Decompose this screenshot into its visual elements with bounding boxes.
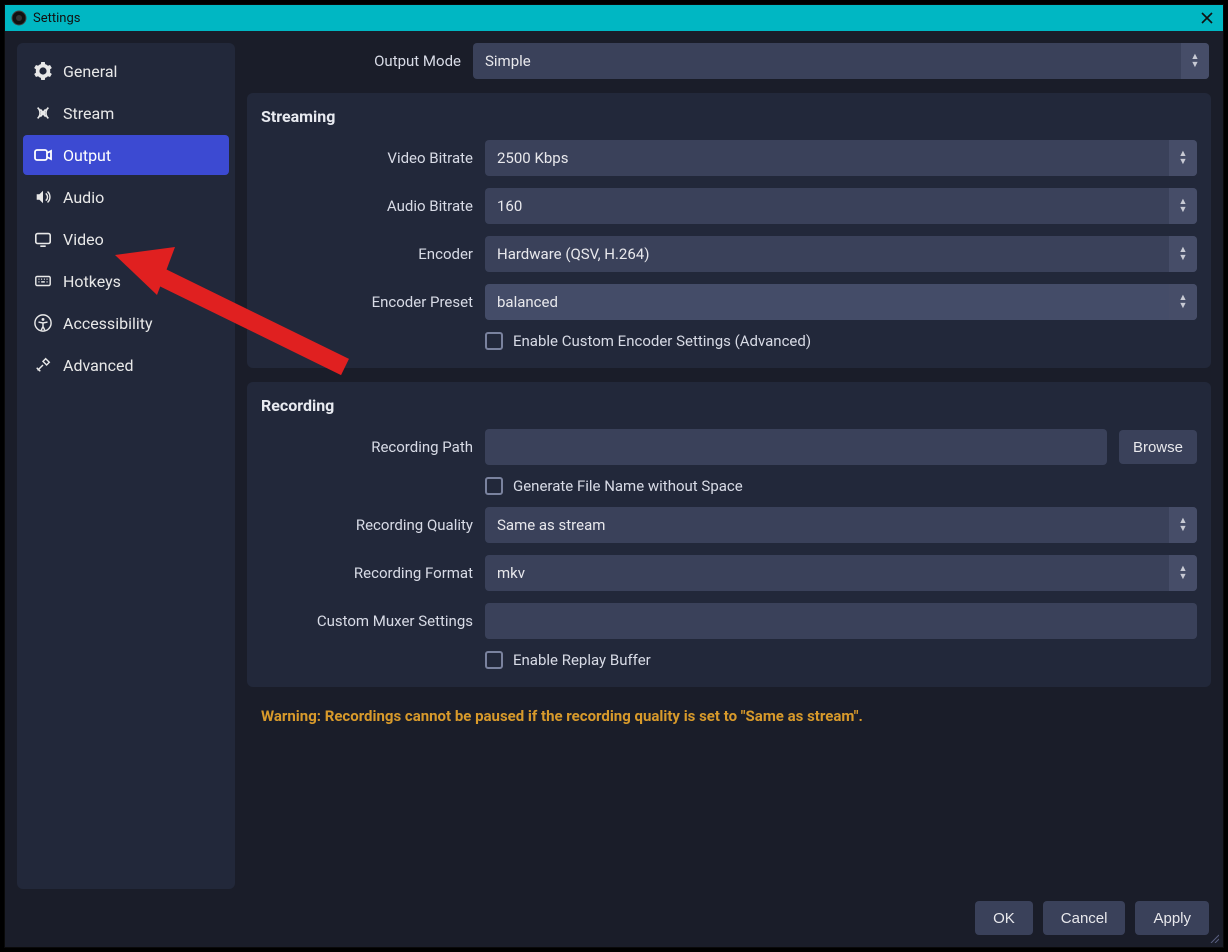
checkbox-label[interactable]: Generate File Name without Space — [513, 477, 743, 495]
sidebar-item-advanced[interactable]: Advanced — [23, 345, 229, 385]
streaming-panel: Streaming Video Bitrate 2500 Kbps ▲▼ Aud… — [247, 93, 1211, 368]
video-bitrate-label: Video Bitrate — [261, 149, 473, 167]
footer: OK Cancel Apply — [5, 889, 1223, 947]
sidebar-item-accessibility[interactable]: Accessibility — [23, 303, 229, 343]
warning-text: Warning: Recordings cannot be paused if … — [247, 701, 1211, 749]
chevron-updown-icon: ▲▼ — [1169, 188, 1197, 224]
sidebar-item-label: Output — [63, 146, 111, 165]
sidebar-item-stream[interactable]: Stream — [23, 93, 229, 133]
accessibility-icon — [33, 313, 53, 333]
checkbox-label[interactable]: Enable Replay Buffer — [513, 651, 651, 669]
chevron-updown-icon: ▲▼ — [1169, 284, 1197, 320]
recording-path-input[interactable] — [485, 429, 1107, 465]
recording-quality-select[interactable]: Same as stream ▲▼ — [485, 507, 1197, 543]
recording-format-label: Recording Format — [261, 564, 473, 582]
encoder-select[interactable]: Hardware (QSV, H.264) ▲▼ — [485, 236, 1197, 272]
checkbox-label[interactable]: Enable Custom Encoder Settings (Advanced… — [513, 332, 811, 350]
chevron-updown-icon: ▲▼ — [1181, 43, 1209, 79]
sidebar-item-video[interactable]: Video — [23, 219, 229, 259]
encoder-label: Encoder — [261, 245, 473, 263]
titlebar[interactable]: Settings — [5, 5, 1223, 31]
muxer-input[interactable] — [485, 603, 1197, 639]
chevron-updown-icon: ▲▼ — [1169, 507, 1197, 543]
sidebar-item-audio[interactable]: Audio — [23, 177, 229, 217]
cancel-button[interactable]: Cancel — [1043, 901, 1126, 935]
sidebar-item-label: Video — [63, 230, 104, 249]
recording-title: Recording — [261, 396, 1197, 415]
sidebar-item-label: General — [63, 62, 117, 81]
input-value: 2500 Kbps — [497, 149, 568, 167]
streaming-title: Streaming — [261, 107, 1197, 126]
sidebar-item-general[interactable]: General — [23, 51, 229, 91]
sidebar-item-hotkeys[interactable]: Hotkeys — [23, 261, 229, 301]
keyboard-icon — [33, 271, 53, 291]
encoder-preset-select[interactable]: balanced ▲▼ — [485, 284, 1197, 320]
select-value: Hardware (QSV, H.264) — [497, 245, 649, 263]
enable-custom-encoder-checkbox[interactable] — [485, 332, 503, 350]
browse-button[interactable]: Browse — [1119, 430, 1197, 464]
sidebar-item-label: Hotkeys — [63, 272, 121, 291]
output-mode-label: Output Mode — [249, 52, 461, 70]
chevron-updown-icon: ▲▼ — [1169, 555, 1197, 591]
recording-format-select[interactable]: mkv ▲▼ — [485, 555, 1197, 591]
obs-icon — [11, 10, 27, 26]
sidebar: General Stream Output Audio — [17, 43, 235, 889]
encoder-preset-label: Encoder Preset — [261, 293, 473, 311]
content: General Stream Output Audio — [5, 31, 1223, 889]
antenna-icon — [33, 103, 53, 123]
replay-buffer-checkbox[interactable] — [485, 651, 503, 669]
select-value: Same as stream — [497, 516, 605, 534]
output-mode-select[interactable]: Simple ▲▼ — [473, 43, 1209, 79]
monitor-icon — [33, 229, 53, 249]
select-value: Simple — [485, 52, 531, 70]
settings-window: Settings General Stream O — [4, 4, 1224, 948]
audio-bitrate-select[interactable]: 160 ▲▼ — [485, 188, 1197, 224]
speaker-icon — [33, 187, 53, 207]
select-value: 160 — [497, 197, 522, 215]
audio-bitrate-label: Audio Bitrate — [261, 197, 473, 215]
select-value: balanced — [497, 293, 558, 311]
sidebar-item-label: Accessibility — [63, 314, 153, 333]
sidebar-item-label: Advanced — [63, 356, 134, 375]
recording-panel: Recording Recording Path Browse Generate… — [247, 382, 1211, 687]
output-icon — [33, 145, 53, 165]
filename-no-space-checkbox[interactable] — [485, 477, 503, 495]
sidebar-item-output[interactable]: Output — [23, 135, 229, 175]
muxer-label: Custom Muxer Settings — [261, 612, 473, 630]
sidebar-item-label: Stream — [63, 104, 114, 123]
ok-button[interactable]: OK — [975, 901, 1033, 935]
window-title: Settings — [33, 11, 80, 26]
spinner-icon[interactable]: ▲▼ — [1169, 140, 1197, 176]
apply-button[interactable]: Apply — [1135, 901, 1209, 935]
recording-path-label: Recording Path — [261, 438, 473, 456]
close-icon[interactable] — [1197, 8, 1217, 28]
select-value: mkv — [497, 564, 525, 582]
video-bitrate-input[interactable]: 2500 Kbps ▲▼ — [485, 140, 1197, 176]
chevron-updown-icon: ▲▼ — [1169, 236, 1197, 272]
recording-quality-label: Recording Quality — [261, 516, 473, 534]
main-panel: Output Mode Simple ▲▼ Streaming Video Bi… — [247, 43, 1211, 889]
sidebar-item-label: Audio — [63, 188, 104, 207]
gear-icon — [33, 61, 53, 81]
tools-icon — [33, 355, 53, 375]
